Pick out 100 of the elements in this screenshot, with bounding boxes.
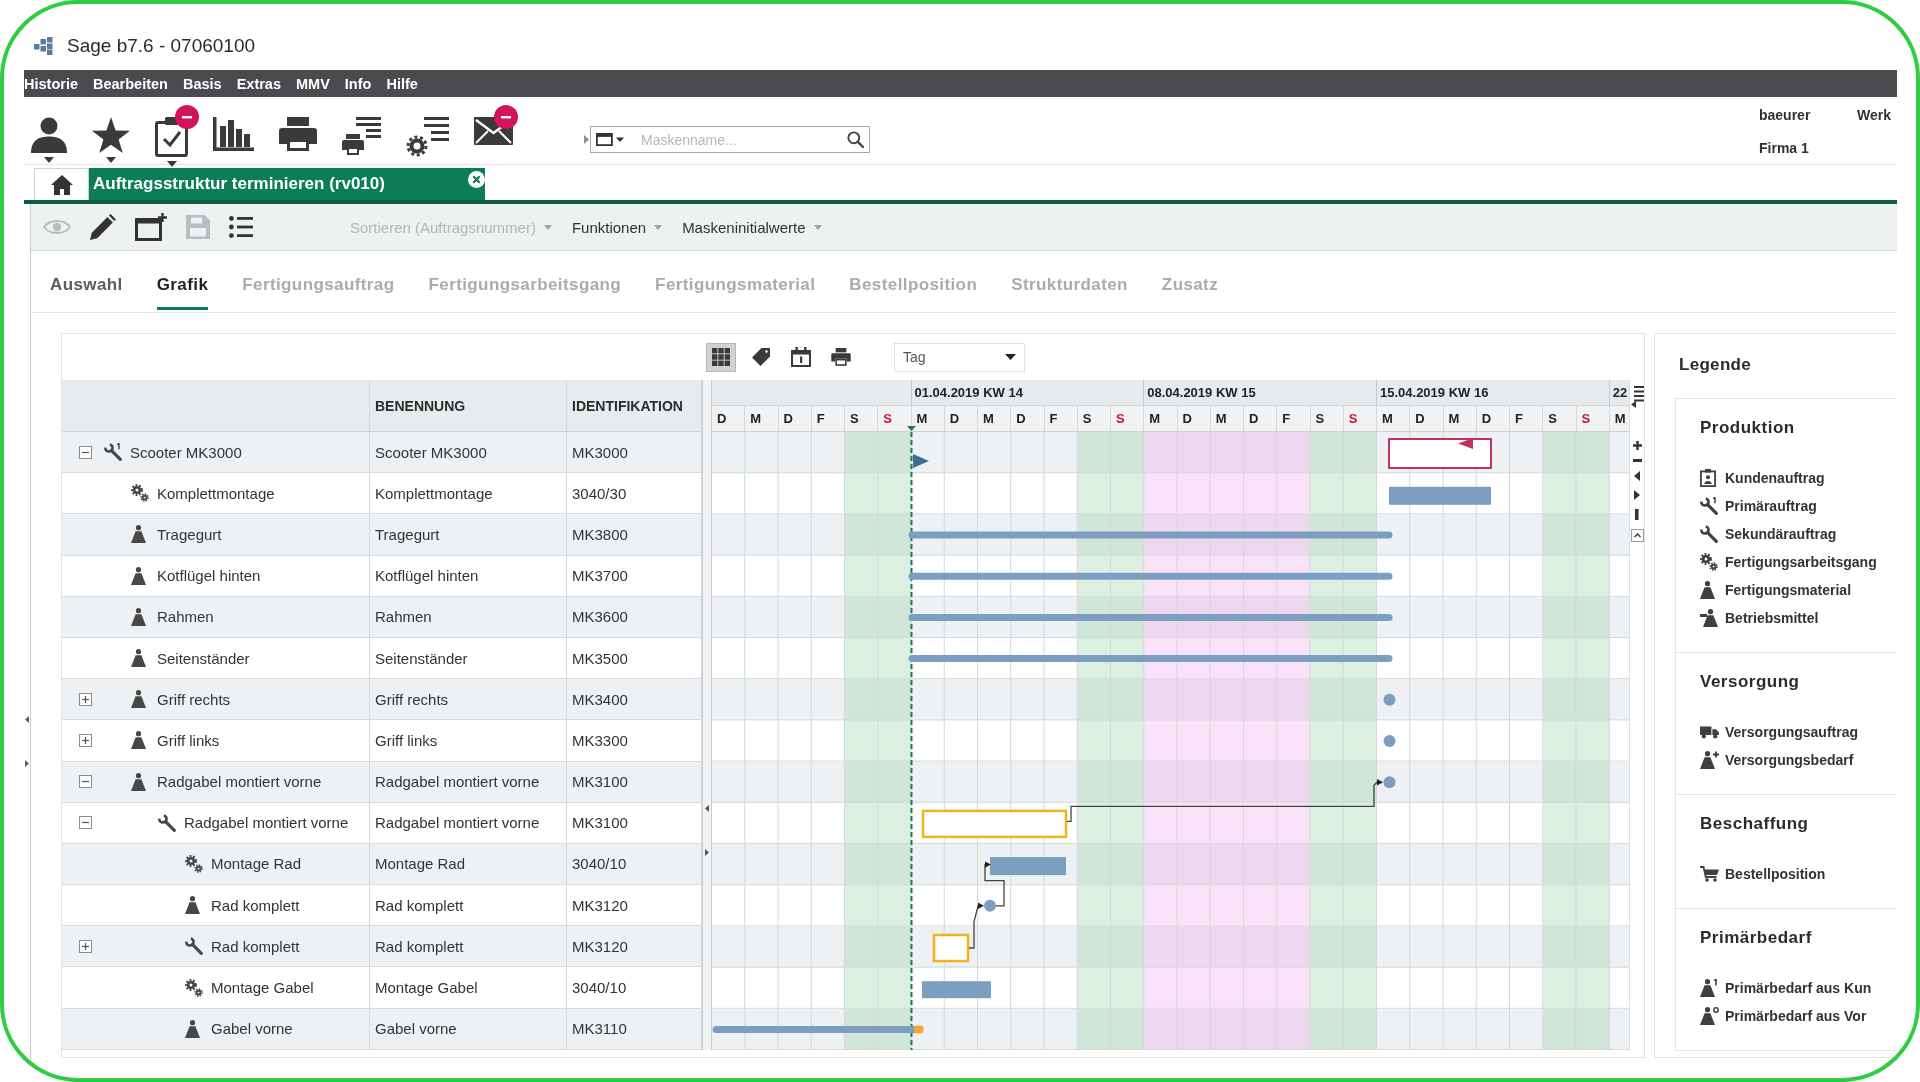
window-title: Sage b7.6 - 07060100 [67, 35, 256, 57]
home-tab[interactable] [34, 168, 89, 200]
bar-icon[interactable] [1635, 509, 1639, 520]
day-label: F [1282, 411, 1291, 426]
clipboard-person-icon [1700, 469, 1716, 487]
legend-label: Fertigungsarbeitsgang [1725, 554, 1877, 570]
pawn-ring-icon [1700, 1007, 1719, 1025]
plus-icon[interactable] [1632, 441, 1642, 450]
menu-item[interactable]: Hilfe [386, 75, 418, 92]
gears-icon [185, 978, 203, 997]
printer-list-icon [342, 117, 381, 155]
tree-label[interactable]: Kotflügel hinten [157, 567, 261, 585]
menu-dropdown[interactable]: Funktionen [571, 218, 663, 236]
week-label: 15.04.2019 KW 16 [1380, 385, 1489, 400]
tab[interactable]: Auswahl [50, 251, 123, 310]
tree-label[interactable]: Seitenständer [157, 649, 250, 667]
day-label: M [1448, 411, 1460, 426]
splitter-handle[interactable] [702, 380, 712, 1050]
new-window-button[interactable] [135, 213, 167, 241]
gear-list-icon [406, 117, 449, 157]
tree-label[interactable]: Montage Rad [211, 855, 302, 873]
expand-arrow-icon[interactable] [25, 760, 29, 767]
truck-icon [1700, 725, 1719, 739]
table-cell: Griff rechts [370, 679, 567, 720]
collapse-icon[interactable] [79, 816, 92, 830]
day-label: F [816, 411, 825, 426]
tab[interactable]: Grafik [156, 251, 209, 310]
menu-item[interactable]: Bearbeiten [93, 75, 168, 92]
tree-label[interactable]: Griff rechts [157, 690, 231, 708]
day-label: S [1548, 411, 1557, 426]
week-label: 01.04.2019 KW 14 [914, 385, 1023, 400]
tree-label[interactable]: Komplettmontage [157, 484, 275, 502]
tree-label[interactable]: Montage Gabel [211, 979, 314, 997]
collapse-arrow-icon[interactable] [25, 716, 29, 723]
list-icon [229, 216, 253, 238]
caret-icon[interactable] [44, 157, 54, 163]
document-tab[interactable]: Auftragsstruktur terminieren (rv010) [89, 168, 485, 200]
legend-label: Fertigungsmaterial [1725, 582, 1852, 598]
menu-item[interactable]: MMV [296, 75, 330, 92]
legend-section-title: Primärbedarf [1700, 927, 1813, 949]
eye-icon [43, 220, 71, 234]
dot-marker-icon [984, 899, 996, 912]
expand-icon[interactable] [79, 692, 92, 706]
tree-label[interactable]: Scooter MK3000 [130, 443, 242, 461]
tree-label[interactable]: Griff links [157, 731, 220, 749]
dot-marker-icon [1383, 693, 1396, 706]
close-icon[interactable] [468, 171, 485, 188]
week-label: 22 [1612, 385, 1628, 400]
caret-icon[interactable] [106, 157, 116, 163]
search-field[interactable]: Maskenname... [590, 126, 870, 153]
tree-label[interactable]: Gabel vorne [211, 1020, 293, 1038]
scale-select[interactable]: Tag [894, 342, 1025, 372]
menu-item[interactable]: Info [344, 75, 372, 92]
collapse-icon[interactable] [79, 445, 92, 459]
company-name: Firma 1 [1759, 139, 1810, 157]
dependency-arrow [984, 861, 1005, 907]
expand-icon[interactable] [79, 733, 92, 747]
day-label: D [1415, 411, 1425, 426]
outlined-bar [932, 933, 970, 963]
window-dropdown-icon[interactable] [596, 133, 624, 146]
triangle-marker-icon [1458, 438, 1473, 449]
gears-icon [131, 484, 149, 503]
legend-label: Primärbedarf aus Kun [1725, 980, 1872, 996]
tree-label[interactable]: Radgabel montiert vorne [157, 773, 322, 791]
tree-label[interactable]: Rad komplett [211, 896, 300, 914]
list-button[interactable] [229, 216, 253, 238]
legend-section-title: Produktion [1700, 417, 1796, 439]
day-label: D [1249, 411, 1259, 426]
edit-button[interactable] [90, 214, 116, 240]
tree-label[interactable]: Rad komplett [211, 937, 300, 955]
menu-item[interactable]: Historie [24, 75, 78, 92]
table-cell: Seitenständer [370, 637, 567, 679]
day-label: M [1382, 411, 1393, 426]
expand-icon[interactable] [79, 939, 92, 953]
collapse-arrow-icon[interactable] [705, 805, 709, 812]
day-label: M [916, 411, 928, 426]
menu-item[interactable]: Basis [182, 75, 222, 92]
collapse-icon[interactable] [79, 775, 92, 789]
expand-arrow-icon[interactable] [705, 849, 709, 856]
table-cell: Radgabel montiert vorne [370, 761, 567, 802]
day-label: D [717, 411, 727, 426]
table-cell: Komplettmontage [370, 473, 567, 514]
grid-view-button[interactable] [706, 342, 736, 372]
table-cell: Kotflügel hinten [370, 555, 567, 596]
minus-icon[interactable] [1632, 459, 1642, 462]
tree-label[interactable]: Tragegurt [157, 525, 222, 543]
pawn-icon [131, 525, 146, 544]
legend-label: Kundenauftrag [1725, 470, 1825, 486]
expand-arrow-icon[interactable] [584, 135, 589, 144]
wrench-icon [158, 813, 176, 832]
list-arrow-icon[interactable] [1630, 386, 1644, 408]
menu-item[interactable]: Extras [236, 75, 281, 92]
menu-dropdown[interactable]: Maskeninitialwerte [682, 218, 822, 236]
legend-label: Versorgungsbedarf [1725, 752, 1854, 768]
tree-label[interactable]: Rahmen [157, 608, 214, 626]
search-icon[interactable] [847, 131, 864, 148]
right-arrow-icon[interactable] [1634, 490, 1640, 500]
tree-label[interactable]: Radgabel montiert vorne [184, 814, 349, 832]
left-arrow-icon[interactable] [1634, 471, 1640, 481]
table-cell: Rad komplett [370, 885, 567, 926]
